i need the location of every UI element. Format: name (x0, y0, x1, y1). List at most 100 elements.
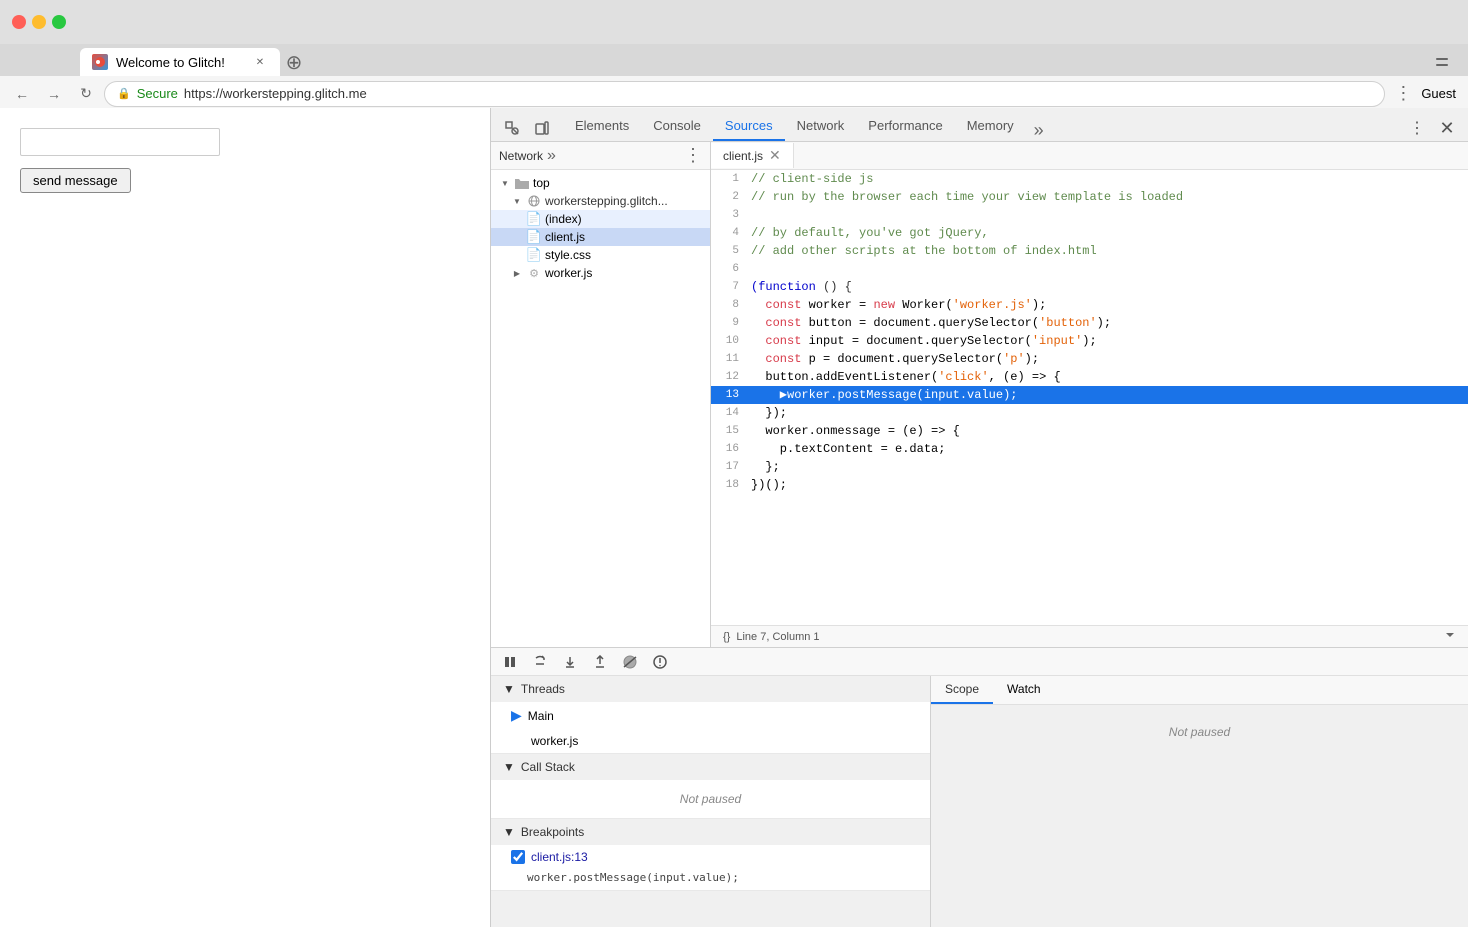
breakpoints-header[interactable]: ▼ Breakpoints (491, 819, 930, 845)
tree-label-worker: worker.js (545, 266, 592, 280)
extend-tab-button[interactable] (1424, 48, 1460, 76)
debugger-bottom-panel: ▼ Threads ▶ Main worker.js (491, 647, 1468, 927)
tree-arrow-domain: ▼ (511, 195, 523, 207)
tree-item-client-js[interactable]: 📄 client.js (491, 228, 710, 246)
editor-tab-client-js[interactable]: client.js ✕ (711, 143, 794, 168)
editor-tab-close[interactable]: ✕ (769, 147, 781, 164)
scope-content: Not paused (931, 705, 1468, 759)
secure-icon: 🔒 (117, 87, 131, 100)
send-message-button[interactable]: send message (20, 168, 131, 193)
code-content[interactable]: 1 // client-side js 2 // run by the brow… (711, 170, 1468, 625)
breakpoints-arrow: ▼ (503, 825, 515, 839)
code-line-1: 1 // client-side js (711, 170, 1468, 188)
breakpoint-item[interactable]: client.js:13 (491, 845, 930, 869)
tab-elements[interactable]: Elements (563, 112, 641, 141)
status-dropdown-icon[interactable] (1444, 629, 1456, 644)
tab-title: Welcome to Glitch! (116, 55, 225, 70)
threads-arrow: ▼ (503, 682, 515, 696)
callstack-not-paused: Not paused (491, 780, 930, 818)
tree-item-domain[interactable]: ▼ workerstepping.glitch... (491, 192, 710, 210)
sources-panel-label: Network (499, 149, 543, 163)
tab-scope[interactable]: Scope (931, 676, 993, 704)
thread-main[interactable]: ▶ Main (491, 702, 930, 729)
callstack-section: ▼ Call Stack Not paused (491, 754, 930, 819)
thread-worker[interactable]: worker.js (491, 729, 930, 753)
devtools-close-button[interactable]: ✕ (1434, 115, 1460, 141)
tree-item-style-css[interactable]: 📄 style.css (491, 246, 710, 264)
scope-watch-tabs: Scope Watch (931, 676, 1468, 705)
url-text: https://workerstepping.glitch.me (184, 86, 367, 101)
breakpoints-content: client.js:13 worker.postMessage(input.va… (491, 845, 930, 890)
tree-item-top[interactable]: ▼ top (491, 174, 710, 192)
code-line-14: 14 }); (711, 404, 1468, 422)
code-line-16: 16 p.textContent = e.data; (711, 440, 1468, 458)
code-line-15: 15 worker.onmessage = (e) => { (711, 422, 1468, 440)
browser-tab[interactable]: Welcome to Glitch! ✕ (80, 48, 280, 76)
sources-more-button[interactable]: » (547, 147, 556, 165)
file-icon-style: 📄 (527, 248, 541, 262)
devtools-panel: Elements Console Sources Network Perform… (490, 108, 1468, 927)
tree-item-index[interactable]: 📄 (index) (491, 210, 710, 228)
breakpoint-checkbox[interactable] (511, 850, 525, 864)
step-into-button[interactable] (559, 651, 581, 673)
tree-arrow-top: ▼ (499, 177, 511, 189)
back-button[interactable]: ← (8, 80, 36, 108)
tree-label-style: style.css (545, 248, 591, 262)
maximize-traffic-light[interactable] (52, 15, 66, 29)
address-bar[interactable]: 🔒 Secure https://workerstepping.glitch.m… (104, 81, 1385, 107)
domain-icon (527, 194, 541, 208)
deactivate-breakpoints-button[interactable] (619, 651, 641, 673)
threads-header[interactable]: ▼ Threads (491, 676, 930, 702)
tab-console[interactable]: Console (641, 112, 713, 141)
editor-tab-label: client.js (723, 149, 763, 163)
code-line-7: 7 (function () { (711, 278, 1468, 296)
device-toolbar-button[interactable] (529, 115, 555, 141)
breakpoints-label: Breakpoints (521, 825, 584, 839)
code-line-17: 17 }; (711, 458, 1468, 476)
code-line-13: 13 ▶worker.​postMessage(input.value); (711, 386, 1468, 404)
tree-item-worker-js[interactable]: ▶ ⚙ worker.js (491, 264, 710, 282)
folder-icon-top (515, 176, 529, 190)
callstack-content: Not paused (491, 780, 930, 818)
tree-label-top: top (533, 176, 550, 190)
breakpoints-section: ▼ Breakpoints client.js:13 worker.postMe… (491, 819, 930, 891)
callstack-label: Call Stack (521, 760, 575, 774)
tab-network[interactable]: Network (785, 112, 857, 141)
tab-performance[interactable]: Performance (856, 112, 954, 141)
tab-memory[interactable]: Memory (955, 112, 1026, 141)
breakpoint-file: client.js:13 (531, 850, 588, 864)
debug-body: ▼ Threads ▶ Main worker.js (491, 676, 1468, 927)
forward-button[interactable]: → (40, 80, 68, 108)
pause-resume-button[interactable] (499, 651, 521, 673)
code-line-10: 10 const input = document.querySelector(… (711, 332, 1468, 350)
devtools-settings-button[interactable]: ⋮ (1404, 115, 1430, 141)
code-line-5: 5 // add other scripts at the bottom of … (711, 242, 1468, 260)
inspect-element-button[interactable] (499, 115, 525, 141)
minimize-traffic-light[interactable] (32, 15, 46, 29)
threads-label: Threads (521, 682, 565, 696)
code-line-9: 9 const button = document.querySelector(… (711, 314, 1468, 332)
step-over-button[interactable] (529, 651, 551, 673)
worker-icon: ⚙ (527, 266, 541, 280)
tree-label-client: client.js (545, 230, 585, 244)
file-icon-client: 📄 (527, 230, 541, 244)
more-tabs-button[interactable]: » (1026, 120, 1052, 141)
code-editor: client.js ✕ 1 // client-side js 2 // run… (711, 142, 1468, 647)
new-tab-button[interactable]: ⊕ (280, 48, 308, 76)
browser-menu-button[interactable]: ⋮ (1389, 80, 1417, 108)
message-input[interactable] (20, 128, 220, 156)
sources-file-tree: Network » ⋮ ▼ top ▼ (491, 142, 711, 647)
callstack-header[interactable]: ▼ Call Stack (491, 754, 930, 780)
pause-on-exceptions-button[interactable] (649, 651, 671, 673)
code-line-4: 4 // by default, you've got jQuery, (711, 224, 1468, 242)
devtools-body: Network » ⋮ ▼ top ▼ (491, 142, 1468, 647)
tab-sources[interactable]: Sources (713, 112, 785, 141)
tab-close-button[interactable]: ✕ (252, 54, 268, 70)
reload-button[interactable]: ↻ (72, 80, 100, 108)
debug-right-panel: Scope Watch Not paused (931, 676, 1468, 927)
sources-menu-button[interactable]: ⋮ (684, 145, 702, 166)
close-traffic-light[interactable] (12, 15, 26, 29)
debug-toolbar (491, 648, 1468, 676)
step-out-button[interactable] (589, 651, 611, 673)
tab-watch[interactable]: Watch (993, 676, 1055, 704)
